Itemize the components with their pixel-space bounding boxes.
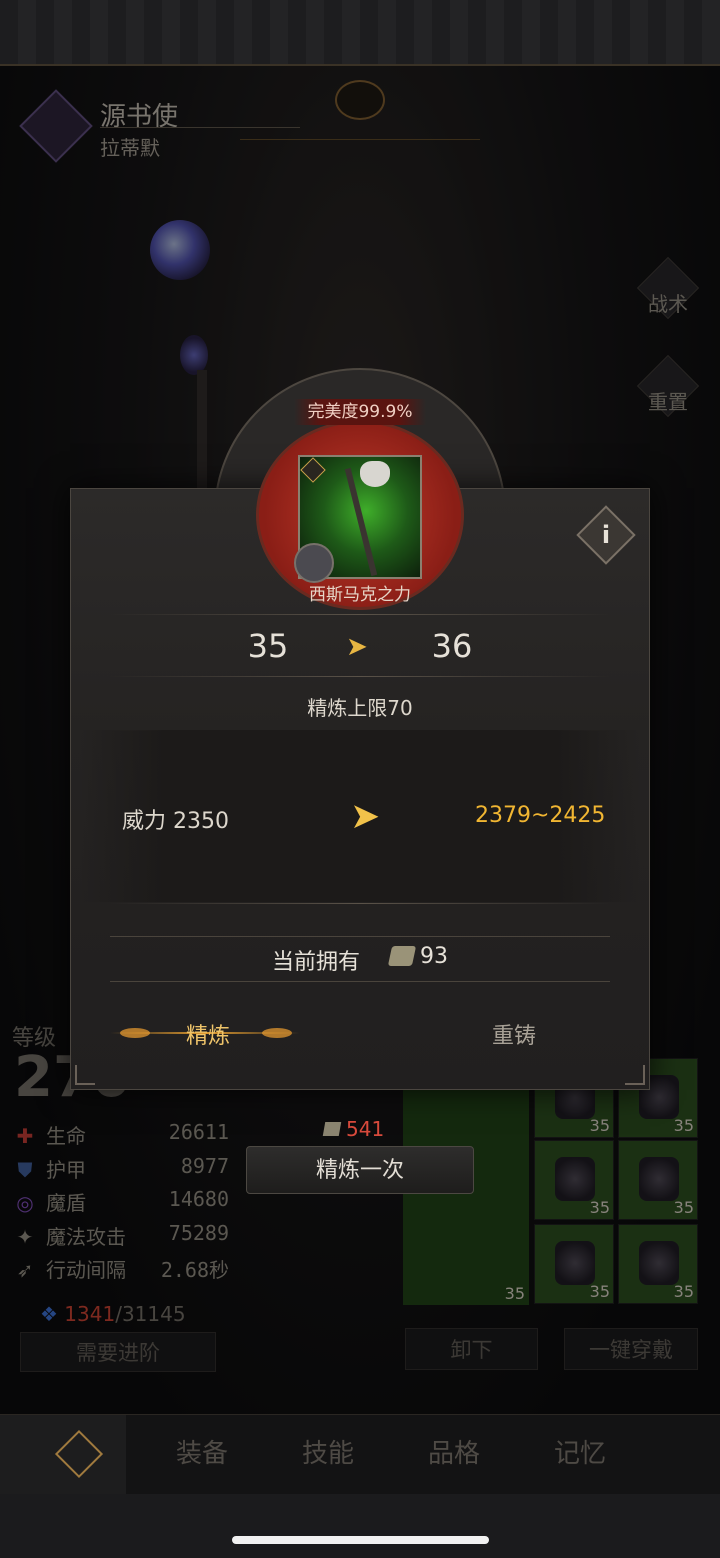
divider bbox=[110, 903, 610, 904]
bottom-nav: 装备 技能 品格 记忆 bbox=[0, 1414, 720, 1495]
arrow-right-icon: ➤ bbox=[350, 796, 381, 837]
refine-cost: 541 bbox=[322, 1117, 385, 1141]
divider bbox=[110, 614, 610, 615]
tab-reforge[interactable]: 重铸 bbox=[492, 1018, 536, 1050]
power-new: 2379~2425 bbox=[475, 803, 606, 828]
refine-ore-icon bbox=[387, 946, 417, 966]
arrow-right-icon: ➤ bbox=[346, 632, 368, 662]
hero-portrait-icon bbox=[294, 543, 334, 583]
item-badge-icon bbox=[300, 457, 326, 483]
level-to: 36 bbox=[422, 620, 482, 672]
info-icon: i bbox=[601, 521, 611, 549]
refine-once-button[interactable]: 精炼一次 bbox=[246, 1146, 474, 1194]
power-current: 威力 2350 bbox=[122, 809, 229, 834]
bottom-frame bbox=[0, 1494, 720, 1558]
dialog-corner bbox=[625, 1065, 645, 1085]
tab-refine[interactable]: 精炼 bbox=[186, 1018, 230, 1050]
diamond-icon bbox=[54, 1429, 104, 1479]
item-name: 西斯马克之力 bbox=[309, 585, 411, 605]
nav-home-button[interactable] bbox=[0, 1415, 126, 1495]
tab-memory[interactable]: 记忆 bbox=[554, 1433, 606, 1470]
refine-ore-icon bbox=[322, 1122, 342, 1136]
tab-glow bbox=[120, 1028, 150, 1038]
tab-glow bbox=[262, 1028, 292, 1038]
refine-limit: 精炼上限70 bbox=[307, 696, 413, 720]
divider bbox=[110, 676, 610, 677]
owned-count: 93 bbox=[420, 944, 448, 969]
item-icon[interactable] bbox=[294, 455, 422, 583]
skull-icon bbox=[360, 461, 390, 487]
home-indicator[interactable] bbox=[232, 1536, 489, 1544]
tab-personality[interactable]: 品格 bbox=[428, 1433, 480, 1470]
top-frame bbox=[0, 0, 720, 66]
refine-cost-value: 541 bbox=[346, 1117, 385, 1141]
perfection-label: 完美度99.9% bbox=[294, 399, 426, 425]
level-from: 35 bbox=[238, 620, 298, 672]
tab-equipment[interactable]: 装备 bbox=[176, 1433, 228, 1470]
owned-label: 当前拥有 bbox=[272, 950, 361, 975]
dialog-corner bbox=[75, 1065, 95, 1085]
tab-skills[interactable]: 技能 bbox=[302, 1433, 354, 1470]
